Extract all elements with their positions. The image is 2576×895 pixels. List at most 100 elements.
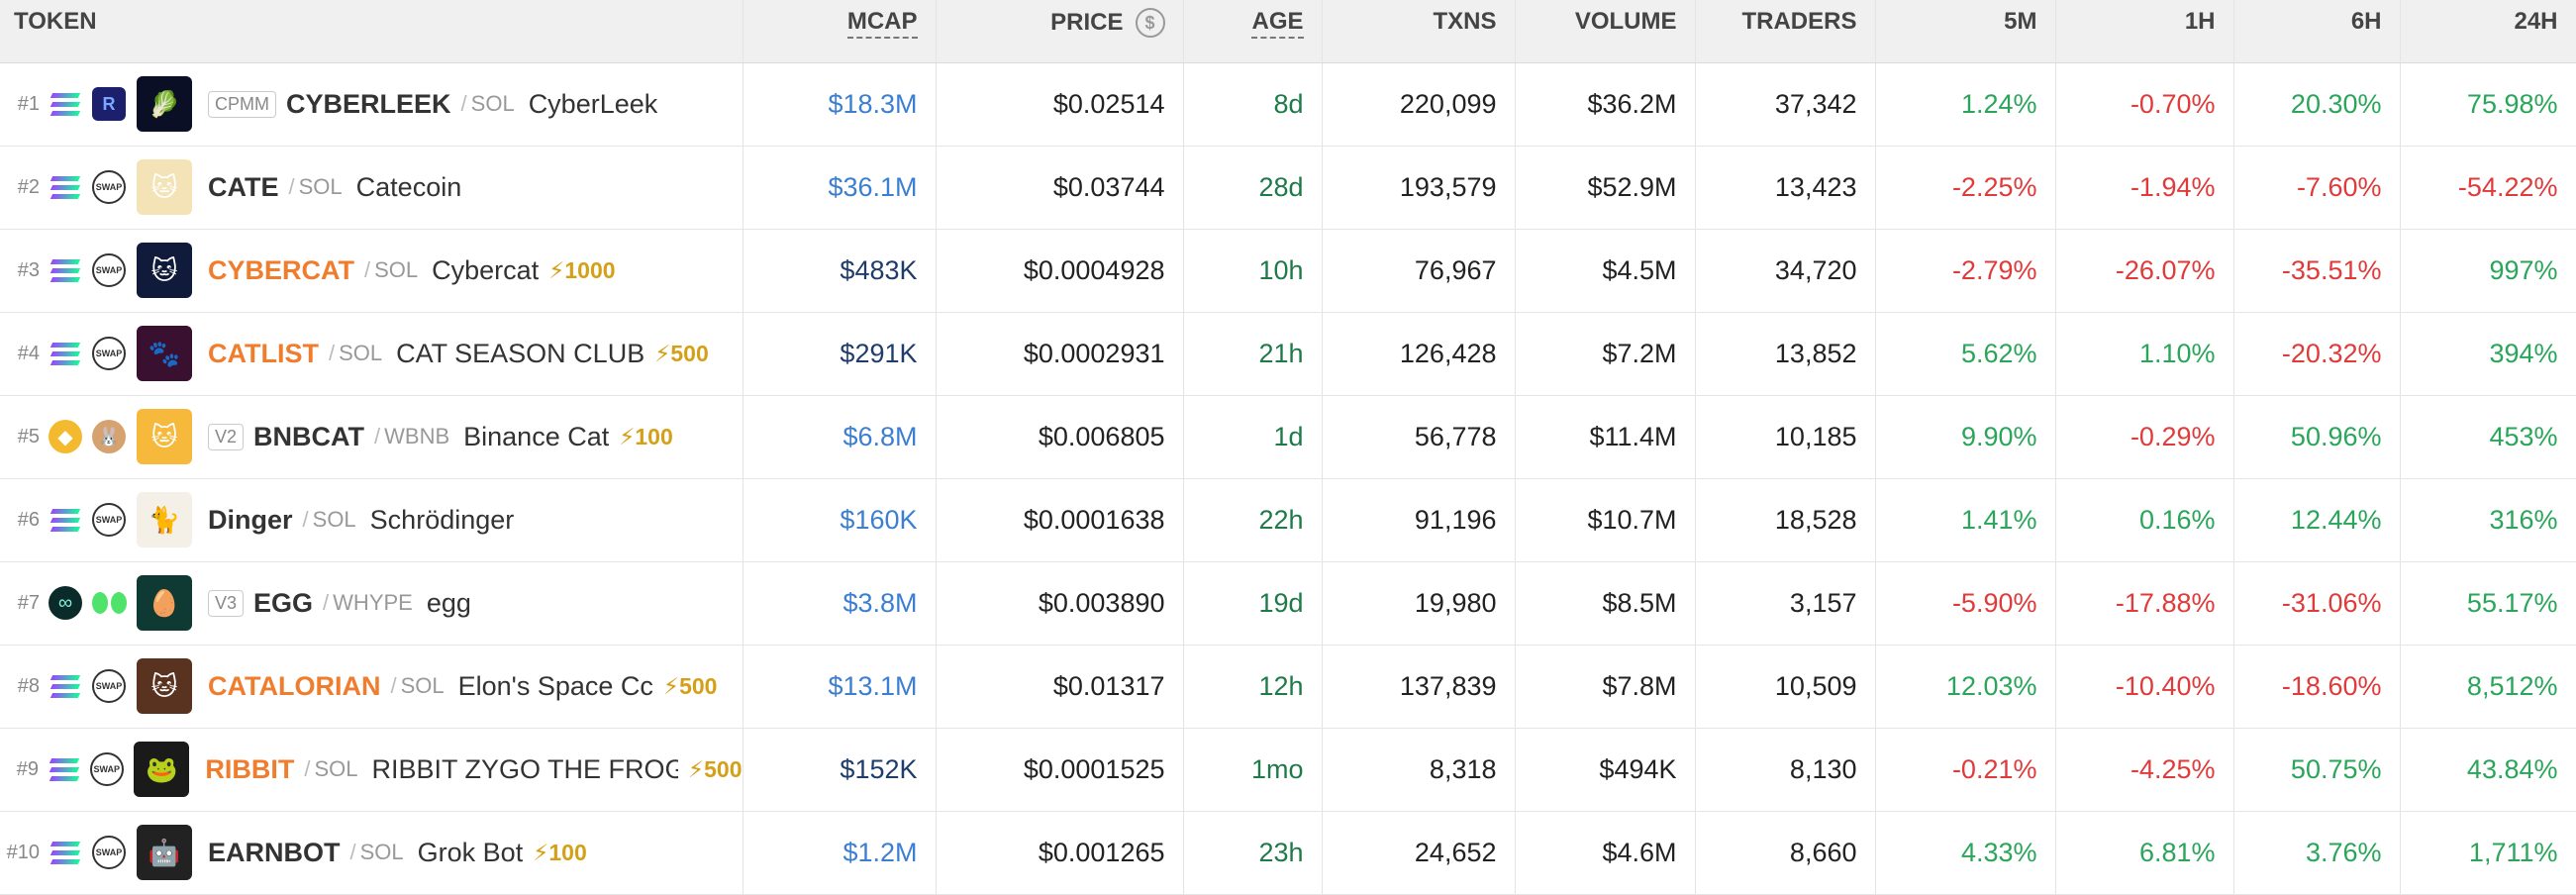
token-cell[interactable]: #3 SWAP 🐱 CYBERCAT SOL Cybercat ⚡1000 bbox=[0, 229, 743, 313]
volume-cell: $4.6M bbox=[1515, 811, 1696, 895]
token-avatar: 🥬 bbox=[137, 76, 192, 132]
table-row[interactable]: #3 SWAP 🐱 CYBERCAT SOL Cybercat ⚡1000 $4… bbox=[0, 229, 2576, 313]
volume-cell: $4.5M bbox=[1515, 229, 1696, 313]
boost-badge[interactable]: ⚡500 bbox=[688, 756, 742, 783]
boost-badge[interactable]: ⚡100 bbox=[533, 840, 587, 866]
boost-badge[interactable]: ⚡500 bbox=[654, 341, 709, 367]
token-symbol[interactable]: Dinger bbox=[208, 505, 293, 536]
header-5m[interactable]: 5M bbox=[1875, 0, 2056, 63]
change-6h-cell: 12.44% bbox=[2233, 478, 2401, 562]
traders-cell: 34,720 bbox=[1695, 229, 1876, 313]
token-cell[interactable]: #10 SWAP 🤖 EARNBOT SOL Grok Bot ⚡100 bbox=[0, 811, 743, 895]
table-row[interactable]: #1 R 🥬 CPMM CYBERLEEK SOL CyberLeek $18.… bbox=[0, 62, 2576, 147]
header-mcap[interactable]: MCAP bbox=[743, 0, 937, 63]
token-cell[interactable]: #2 SWAP 🐱 CATE SOL Catecoin bbox=[0, 146, 743, 230]
dex-badge: SWAP bbox=[91, 252, 127, 288]
token-cell[interactable]: #1 R 🥬 CPMM CYBERLEEK SOL CyberLeek bbox=[0, 62, 743, 147]
token-name: Cybercat bbox=[432, 254, 540, 285]
table-row[interactable]: #8 SWAP 🐱 CATALORIAN SOL Elon's Space Cc… bbox=[0, 645, 2576, 729]
pool-version-badge: CPMM bbox=[208, 90, 276, 118]
table-row[interactable]: #7 ∞ 🥚 V3 EGG WHYPE egg $3.8M $0.003890 … bbox=[0, 561, 2576, 646]
token-name: Catecoin bbox=[355, 171, 462, 202]
solana-icon bbox=[50, 674, 81, 698]
header-txns[interactable]: TXNS bbox=[1322, 0, 1516, 63]
change-5m-cell: 4.33% bbox=[1875, 811, 2056, 895]
table-row[interactable]: #2 SWAP 🐱 CATE SOL Catecoin $36.1M $0.03… bbox=[0, 146, 2576, 230]
price-cell: $0.0001638 bbox=[936, 478, 1184, 562]
dex-badge: 🐰 bbox=[91, 419, 127, 454]
token-symbol[interactable]: EGG bbox=[253, 588, 313, 619]
token-symbol[interactable]: CATE bbox=[208, 172, 279, 203]
token-avatar: 🐱 bbox=[137, 243, 192, 298]
token-symbol[interactable]: BNBCAT bbox=[253, 422, 364, 452]
traders-cell: 13,423 bbox=[1695, 146, 1876, 230]
rank-label: #10 bbox=[6, 841, 40, 863]
boost-badge[interactable]: ⚡1000 bbox=[548, 257, 615, 284]
token-avatar: 🤖 bbox=[137, 825, 192, 880]
swap-dex-icon: SWAP bbox=[92, 337, 126, 370]
token-symbol[interactable]: EARNBOT bbox=[208, 838, 341, 868]
token-avatar: 🐾 bbox=[137, 326, 192, 381]
boost-badge[interactable]: ⚡100 bbox=[619, 424, 673, 450]
header-6h[interactable]: 6H bbox=[2233, 0, 2401, 63]
change-5m-cell: 1.41% bbox=[1875, 478, 2056, 562]
table-row[interactable]: #5 ◆ 🐰 🐱 V2 BNBCAT WBNB Binance Cat ⚡100… bbox=[0, 395, 2576, 479]
age-cell: 10h bbox=[1183, 229, 1323, 313]
mcap-cell: $483K bbox=[743, 229, 937, 313]
token-cell[interactable]: #5 ◆ 🐰 🐱 V2 BNBCAT WBNB Binance Cat ⚡100 bbox=[0, 395, 743, 479]
header-volume[interactable]: VOLUME bbox=[1515, 0, 1696, 63]
boost-badge[interactable]: ⚡500 bbox=[663, 673, 718, 700]
token-table: TOKEN MCAP PRICE $ AGE TXNS VOLUME TRADER… bbox=[0, 0, 2576, 895]
change-6h-cell: 50.96% bbox=[2233, 395, 2401, 479]
table-row[interactable]: #9 SWAP 🐸 RIBBIT SOL RIBBIT ZYGO THE FRO… bbox=[0, 728, 2576, 812]
traders-cell: 37,342 bbox=[1695, 62, 1876, 147]
token-symbol[interactable]: RIBBIT bbox=[205, 754, 294, 785]
mcap-cell: $18.3M bbox=[743, 62, 937, 147]
chain-badge: ◆ bbox=[48, 419, 83, 454]
swap-dex-icon: SWAP bbox=[89, 752, 124, 786]
volume-cell: $52.9M bbox=[1515, 146, 1696, 230]
change-5m-cell: 9.90% bbox=[1875, 395, 2056, 479]
token-cell[interactable]: #8 SWAP 🐱 CATALORIAN SOL Elon's Space Cc… bbox=[0, 645, 743, 729]
token-name: RIBBIT ZYGO THE FROG bbox=[371, 753, 678, 784]
price-cell: $0.03744 bbox=[936, 146, 1184, 230]
header-1h[interactable]: 1H bbox=[2055, 0, 2234, 63]
change-5m-cell: 5.62% bbox=[1875, 312, 2056, 396]
header-token[interactable]: TOKEN bbox=[0, 0, 743, 63]
token-cell[interactable]: #9 SWAP 🐸 RIBBIT SOL RIBBIT ZYGO THE FRO… bbox=[0, 728, 743, 812]
traders-cell: 10,185 bbox=[1695, 395, 1876, 479]
txns-cell: 193,579 bbox=[1322, 146, 1516, 230]
change-5m-cell: 1.24% bbox=[1875, 62, 2056, 147]
token-cell[interactable]: #4 SWAP 🐾 CATLIST SOL CAT SEASON CLUB ⚡5… bbox=[0, 312, 743, 396]
token-cell[interactable]: #6 SWAP 🐈 Dinger SOL Schrödinger bbox=[0, 478, 743, 562]
change-24h-cell: 75.98% bbox=[2400, 62, 2576, 147]
chain-badge bbox=[48, 252, 83, 288]
header-traders[interactable]: TRADERS bbox=[1695, 0, 1876, 63]
token-symbol[interactable]: CATLIST bbox=[208, 339, 319, 369]
change-1h-cell: 1.10% bbox=[2055, 312, 2234, 396]
token-cell[interactable]: #7 ∞ 🥚 V3 EGG WHYPE egg bbox=[0, 561, 743, 646]
volume-cell: $11.4M bbox=[1515, 395, 1696, 479]
table-row[interactable]: #6 SWAP 🐈 Dinger SOL Schrödinger $160K $… bbox=[0, 478, 2576, 562]
header-24h[interactable]: 24H bbox=[2400, 0, 2576, 63]
token-symbol[interactable]: CYBERCAT bbox=[208, 255, 354, 286]
dex-badge: SWAP bbox=[89, 751, 124, 787]
pancakeswap-icon: 🐰 bbox=[92, 420, 126, 453]
solana-icon bbox=[50, 258, 81, 282]
table-row[interactable]: #4 SWAP 🐾 CATLIST SOL CAT SEASON CLUB ⚡5… bbox=[0, 312, 2576, 396]
change-5m-cell: -5.90% bbox=[1875, 561, 2056, 646]
txns-cell: 220,099 bbox=[1322, 62, 1516, 147]
txns-cell: 91,196 bbox=[1322, 478, 1516, 562]
token-symbol[interactable]: CATALORIAN bbox=[208, 671, 380, 702]
token-symbol[interactable]: CYBERLEEK bbox=[286, 89, 451, 120]
currency-toggle-icon[interactable]: $ bbox=[1135, 8, 1165, 38]
header-age[interactable]: AGE bbox=[1183, 0, 1323, 63]
quote-symbol: SOL bbox=[303, 507, 356, 533]
header-price[interactable]: PRICE $ bbox=[936, 0, 1184, 63]
volume-cell: $8.5M bbox=[1515, 561, 1696, 646]
change-24h-cell: 394% bbox=[2400, 312, 2576, 396]
price-cell: $0.02514 bbox=[936, 62, 1184, 147]
token-name: CyberLeek bbox=[528, 88, 658, 119]
quote-symbol: SOL bbox=[329, 341, 382, 366]
table-row[interactable]: #10 SWAP 🤖 EARNBOT SOL Grok Bot ⚡100 $1.… bbox=[0, 811, 2576, 895]
